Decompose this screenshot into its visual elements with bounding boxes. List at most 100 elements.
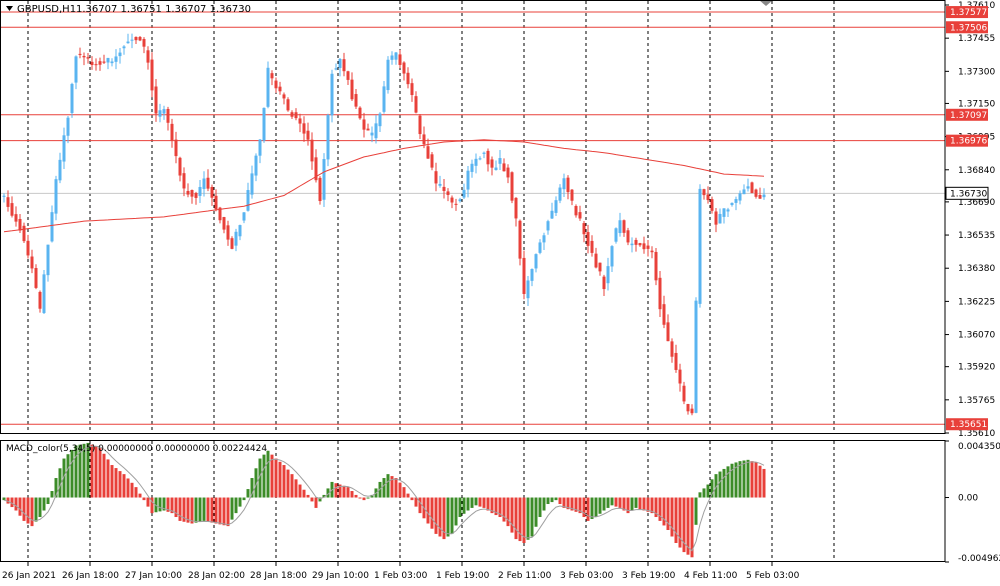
candle-body — [206, 177, 210, 189]
candle-body — [674, 352, 678, 370]
candle-body — [746, 186, 750, 189]
macd-histogram-bar — [238, 497, 242, 507]
candle-body — [346, 71, 350, 80]
macd-axis: 0.0043504 0.00 -0.0049627 — [945, 440, 1000, 564]
candle-body — [298, 118, 302, 124]
macd-histogram-bar — [630, 497, 634, 511]
macd-histogram-bar — [526, 497, 530, 540]
macd-histogram-bar — [586, 497, 590, 521]
price-tick-label: 1.35920 — [958, 363, 995, 373]
macd-histogram-bar — [278, 461, 282, 498]
macd-histogram-bar — [742, 460, 746, 498]
macd-histogram-bar — [262, 454, 266, 498]
candle-body — [322, 159, 326, 200]
candle-body — [202, 178, 206, 189]
macd-histogram-bar — [594, 497, 598, 518]
candle-body — [458, 199, 462, 202]
candle-body — [726, 209, 730, 212]
candle-body — [422, 134, 426, 145]
macd-histogram-bar — [114, 468, 118, 498]
candle-body — [190, 190, 194, 197]
candle-body — [494, 167, 498, 171]
candle-body — [446, 191, 450, 195]
macd-histogram-bar — [738, 461, 742, 498]
candle-body — [230, 238, 234, 249]
candle-body — [474, 158, 478, 166]
candle-body — [642, 243, 646, 250]
candle-body — [106, 57, 110, 63]
macd-histogram-bar — [510, 497, 514, 533]
macd-histogram-bar — [426, 497, 430, 524]
level-price-label: 1.37097 — [950, 111, 987, 121]
macd-histogram-bar — [610, 497, 614, 506]
macd-histogram-bar — [438, 497, 442, 537]
candle-body — [402, 62, 406, 74]
candle-body — [514, 197, 518, 219]
time-tick-label: 2 Feb 11:00 — [498, 571, 552, 581]
candle-body — [358, 107, 362, 119]
macd-histogram-bar — [198, 497, 202, 522]
macd-histogram-bar — [158, 497, 162, 512]
candle-body — [466, 170, 470, 190]
time-tick-label: 1 Feb 03:00 — [374, 571, 428, 581]
candle-body — [90, 61, 94, 65]
macd-histogram-bar — [458, 497, 462, 518]
macd-histogram-bar — [346, 487, 350, 498]
candle-body — [378, 113, 382, 127]
candle-body — [718, 213, 722, 224]
macd-panel[interactable] — [2, 442, 766, 558]
candle-body — [698, 188, 702, 304]
macd-histogram-bar — [634, 497, 638, 508]
macd-histogram-bar — [226, 497, 230, 527]
candle-body — [270, 73, 274, 79]
candle-body — [146, 50, 150, 63]
candle-body — [558, 187, 562, 201]
macd-histogram-bar — [46, 497, 50, 505]
candle-body — [222, 217, 226, 230]
candle-body — [546, 221, 550, 231]
dropdown-arrow-icon[interactable] — [6, 6, 13, 11]
candle-body — [666, 322, 670, 342]
candle-body — [334, 68, 338, 70]
macd-histogram-bar — [118, 471, 122, 498]
macd-histogram-bar — [554, 497, 558, 501]
price-chart[interactable] — [0, 1, 945, 562]
level-price-label: 1.35651 — [950, 420, 987, 430]
macd-histogram-bar — [558, 497, 562, 505]
price-tick-label: 1.36225 — [958, 297, 995, 307]
candle-body — [14, 214, 18, 222]
macd-histogram-bar — [290, 474, 294, 498]
macd-histogram-bar — [546, 497, 550, 505]
candle-body — [370, 132, 374, 136]
macd-histogram-bar — [294, 479, 298, 498]
candle-body — [550, 210, 554, 219]
macd-histogram-bar — [306, 494, 310, 498]
candle-body — [34, 268, 38, 288]
candle-body — [118, 52, 122, 57]
macd-histogram-bar — [38, 497, 42, 518]
candle-body — [342, 59, 346, 72]
price-tick-label: 1.37300 — [958, 67, 995, 77]
candle-body — [590, 240, 594, 253]
macd-histogram-bar — [706, 484, 710, 498]
macd-histogram-bar — [402, 487, 406, 498]
macd-histogram-bar — [42, 497, 46, 511]
macd-histogram-bar — [122, 474, 126, 498]
macd-histogram-bar — [542, 497, 546, 511]
macd-histogram-bar — [30, 497, 34, 527]
candle-body — [730, 202, 734, 206]
candle-body — [178, 157, 182, 176]
candle-body — [398, 54, 402, 65]
macd-histogram-bar — [602, 497, 606, 511]
macd-histogram-bar — [670, 497, 674, 537]
macd-histogram-bar — [394, 478, 398, 498]
candle-body — [66, 117, 70, 136]
macd-histogram-bar — [482, 497, 486, 508]
macd-histogram-bar — [454, 497, 458, 526]
macd-histogram-bar — [466, 497, 470, 511]
price-tick-label: 1.37455 — [958, 34, 995, 44]
macd-label: MACD_color(5,34,5) 0.00000000 0.00000000… — [6, 444, 267, 454]
macd-histogram-bar — [202, 497, 206, 521]
macd-histogram-bar — [266, 450, 270, 498]
candle-body — [586, 232, 590, 246]
